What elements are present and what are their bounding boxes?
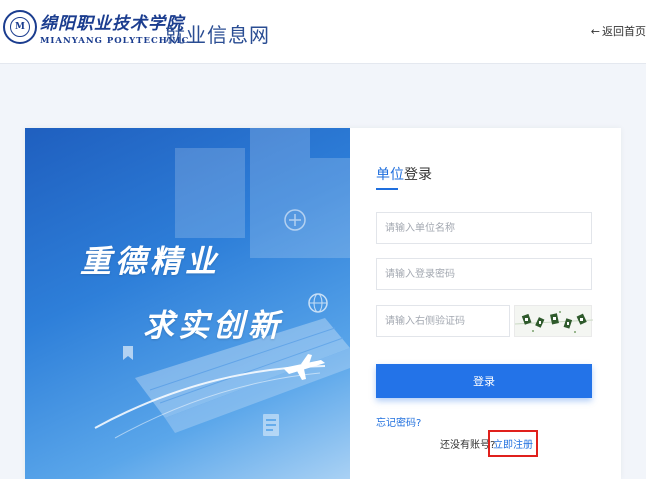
captcha-image[interactable] bbox=[514, 305, 594, 337]
login-title-rest: 登录 bbox=[404, 167, 432, 183]
login-card: 重德精业 求实创新 单位登录 请输入单位名称 请输入右侧验证码 登录 忘记密码?… bbox=[25, 128, 621, 479]
title-underline bbox=[376, 188, 398, 190]
top-header-bar: M 绵阳职业技术学院 MIANYANG POLYTECHNIC 就业信息网 ← 返… bbox=[0, 0, 646, 64]
login-title-accent: 单位 bbox=[376, 167, 404, 183]
emblem-letter: M bbox=[10, 17, 30, 37]
password-input[interactable] bbox=[376, 258, 592, 290]
promo-banner: 重德精业 求实创新 bbox=[25, 128, 350, 479]
arrow-left-icon: ← bbox=[590, 25, 600, 38]
bookmark-icon bbox=[123, 346, 133, 360]
document-icon bbox=[263, 414, 279, 436]
back-home-label: 返回首页 bbox=[602, 25, 646, 38]
company-name-input[interactable] bbox=[376, 212, 592, 244]
login-title: 单位登录 bbox=[376, 164, 432, 184]
captcha-input[interactable] bbox=[376, 305, 510, 337]
site-title: 就业信息网 bbox=[165, 23, 270, 47]
captcha-glyphs bbox=[514, 311, 594, 333]
college-emblem-icon: M bbox=[3, 10, 37, 44]
login-form: 单位登录 请输入单位名称 请输入右侧验证码 登录 忘记密码? 还没有账号? 立即… bbox=[376, 128, 594, 479]
login-button[interactable]: 登录 bbox=[376, 364, 592, 398]
register-link[interactable]: 立即注册 bbox=[488, 430, 538, 457]
slogan-line-2: 求实创新 bbox=[143, 308, 283, 344]
college-name-cn: 绵阳职业技术学院 bbox=[40, 14, 184, 34]
slogan-line-1: 重德精业 bbox=[80, 244, 220, 280]
back-home-link[interactable]: ← 返回首页 bbox=[591, 23, 646, 39]
globe-icon bbox=[308, 293, 328, 313]
forgot-password-link[interactable]: 忘记密码? bbox=[376, 414, 421, 429]
